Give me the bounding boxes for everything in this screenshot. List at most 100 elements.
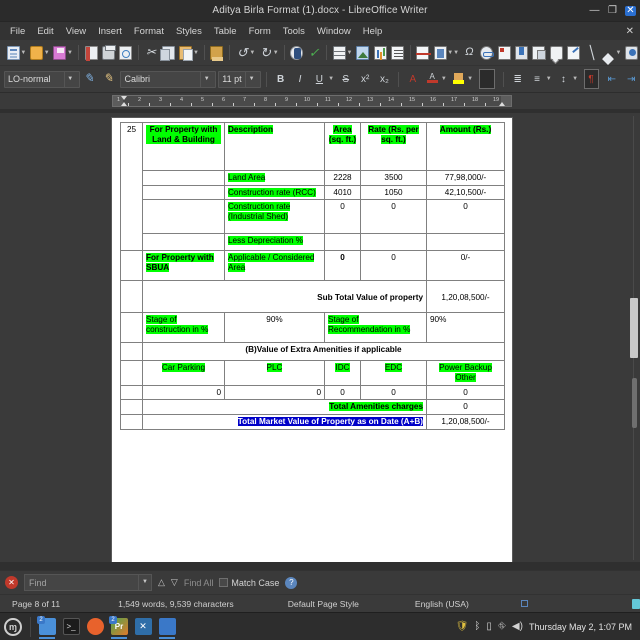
close-button[interactable]: ✕ <box>625 6 636 16</box>
clone-formatting-icon[interactable] <box>209 43 225 63</box>
amount-cell[interactable]: 42,10,500/- <box>426 184 505 201</box>
undo-dropdown-icon[interactable]: ▼ <box>249 50 255 56</box>
find-input[interactable]: Find ▼ <box>24 574 152 591</box>
insert-image-icon[interactable] <box>354 43 370 63</box>
amenity-value-cell[interactable]: 0 <box>360 384 427 401</box>
stage-recommendation-label-cell[interactable]: Stage of Recommendation in % <box>324 312 427 344</box>
description-cell[interactable]: Less Depreciation % <box>224 233 325 252</box>
description-cell[interactable]: Land Area <box>224 170 325 186</box>
footnote-icon[interactable] <box>496 43 512 63</box>
description-header-cell[interactable]: Description <box>224 122 325 171</box>
stage-construction-value-cell[interactable]: 90% <box>224 312 325 344</box>
copy-icon[interactable] <box>159 43 176 63</box>
chevron-down-icon[interactable]: ▼ <box>63 71 76 87</box>
new-document-icon[interactable] <box>5 43 21 63</box>
language-indicator[interactable]: English (USA) <box>409 599 475 609</box>
align-dropdown-icon[interactable]: ▼ <box>546 76 552 82</box>
rate-cell[interactable]: 3500 <box>360 170 427 186</box>
amount-cell[interactable]: 77,98,000/- <box>426 170 505 186</box>
find-next-icon[interactable]: ▽ <box>171 577 178 588</box>
paragraph-style-combo[interactable]: LO-normal ▼ <box>4 70 80 88</box>
table-row[interactable]: (B)Value of Extra Amenities if applicabl… <box>120 342 505 362</box>
line-icon[interactable]: ╲ <box>583 43 599 63</box>
update-style-icon[interactable]: ✎ <box>82 69 99 89</box>
empty-cell[interactable] <box>120 342 143 362</box>
valuation-table[interactable]: 25 For Property with Land & Building Des… <box>120 121 505 430</box>
hyperlink-icon[interactable] <box>478 43 495 63</box>
font-color-icon[interactable]: A <box>423 69 440 89</box>
extra-dropdown-icon[interactable]: ▼ <box>453 50 459 56</box>
firefox-icon[interactable] <box>83 614 107 640</box>
chevron-down-icon[interactable]: ▼ <box>245 71 257 87</box>
left-indent-marker[interactable] <box>121 102 127 106</box>
cross-reference-icon[interactable] <box>531 43 547 63</box>
empty-cell[interactable] <box>120 280 143 314</box>
menu-window[interactable]: Window <box>312 24 356 39</box>
total-amenities-label-cell[interactable]: Total Amenities charges <box>142 399 427 416</box>
prusa-slicer-icon[interactable]: Pr 2 <box>107 614 131 640</box>
empty-cell[interactable] <box>120 312 143 344</box>
checkbox-box[interactable] <box>219 577 229 587</box>
insert-field-icon[interactable] <box>432 43 448 63</box>
rate-cell[interactable]: 0 <box>360 199 427 235</box>
page-break-icon[interactable] <box>414 43 432 63</box>
amenity-value-cell[interactable]: 0 <box>426 384 505 401</box>
horizontal-ruler[interactable]: 1 2 3 4 5 6 7 8 9 10 11 12 13 14 15 16 1… <box>112 95 512 107</box>
description-cell[interactable]: Construction rate (RCC) <box>224 184 325 201</box>
align-center-icon[interactable]: ≡ <box>528 69 545 89</box>
menu-help[interactable]: Help <box>358 24 388 39</box>
terminal-icon[interactable]: >_ <box>59 614 83 640</box>
mint-menu-icon[interactable]: ɱ <box>0 614 26 640</box>
chevron-down-icon[interactable]: ▼ <box>200 71 212 87</box>
table-row[interactable]: Land Area 2228 3500 77,98,000/- <box>121 170 505 186</box>
highlight-color-icon[interactable] <box>450 69 467 89</box>
menu-format[interactable]: Format <box>129 24 169 39</box>
stage-construction-label-cell[interactable]: Stage of construction in % <box>142 312 225 344</box>
cut-icon[interactable]: ✂ <box>143 43 159 63</box>
amenity-header-cell[interactable]: Power Backup Other <box>426 360 505 386</box>
table-row[interactable]: Construction rate (RCC) 4010 1050 42,10,… <box>121 184 505 201</box>
vertical-scrollbar[interactable] <box>630 116 638 560</box>
special-character-icon[interactable]: Ω <box>461 43 477 63</box>
stage-recommendation-value-cell[interactable]: 90% <box>426 312 505 344</box>
menu-edit[interactable]: Edit <box>32 24 58 39</box>
menu-form[interactable]: Form <box>244 24 276 39</box>
document-canvas[interactable]: 25 For Property with Land & Building Des… <box>0 113 640 562</box>
redo-icon[interactable]: ↻ <box>257 43 273 63</box>
scrollbar-thumb-secondary[interactable] <box>632 378 637 428</box>
document-page[interactable]: 25 For Property with Land & Building Des… <box>112 118 512 562</box>
subtotal-value-cell[interactable]: 1,20,08,500/- <box>426 280 505 314</box>
area-cell[interactable]: 0 <box>324 199 361 235</box>
save-icon[interactable] <box>52 43 68 63</box>
table-row[interactable]: Car Parking PLC IDC EDC Power Backup Othe… <box>120 360 505 386</box>
character-highlighting-icon[interactable] <box>476 69 498 89</box>
right-indent-marker[interactable] <box>499 102 505 106</box>
table-row[interactable]: Sub Total Value of property 1,20,08,500/… <box>120 280 505 314</box>
sbua-amount-cell[interactable]: 0/- <box>426 250 505 282</box>
files-icon[interactable]: 2 <box>35 614 59 640</box>
description-cell[interactable]: Construction rate (Industrial Shed) <box>224 199 325 235</box>
vscode-icon[interactable]: ✕ <box>131 614 155 640</box>
table-row[interactable]: Construction rate (Industrial Shed) 0 0 … <box>121 199 505 235</box>
menu-styles[interactable]: Styles <box>171 24 207 39</box>
font-name-combo[interactable]: Calibri ▼ <box>120 70 217 88</box>
formatting-marks-icon[interactable]: ¶ <box>581 69 601 89</box>
empty-cell[interactable] <box>142 184 225 201</box>
line-spacing-icon[interactable]: ↕ <box>555 69 572 89</box>
italic-icon[interactable]: I <box>291 69 308 89</box>
subscript-icon[interactable]: x₂ <box>376 69 393 89</box>
export-pdf-icon[interactable] <box>83 43 99 63</box>
word-count[interactable]: 1,549 words, 9,539 characters <box>112 599 240 609</box>
rate-header-cell[interactable]: Rate (Rs. per sq. ft.) <box>360 122 427 171</box>
draw-functions-icon[interactable] <box>623 43 639 63</box>
table-row[interactable]: Stage of construction in % 90% Stage of … <box>120 312 505 344</box>
amenity-header-cell[interactable]: IDC <box>324 360 361 386</box>
menu-table[interactable]: Table <box>209 24 242 39</box>
underline-icon[interactable]: U <box>311 69 328 89</box>
sbua-area-cell[interactable]: 0 <box>324 250 361 282</box>
empty-cell[interactable] <box>120 399 143 416</box>
bookmark-icon[interactable] <box>513 43 529 63</box>
new-document-dropdown-icon[interactable]: ▼ <box>20 50 26 56</box>
menu-tools[interactable]: Tools <box>278 24 310 39</box>
close-document-button[interactable]: ✕ <box>626 26 634 37</box>
